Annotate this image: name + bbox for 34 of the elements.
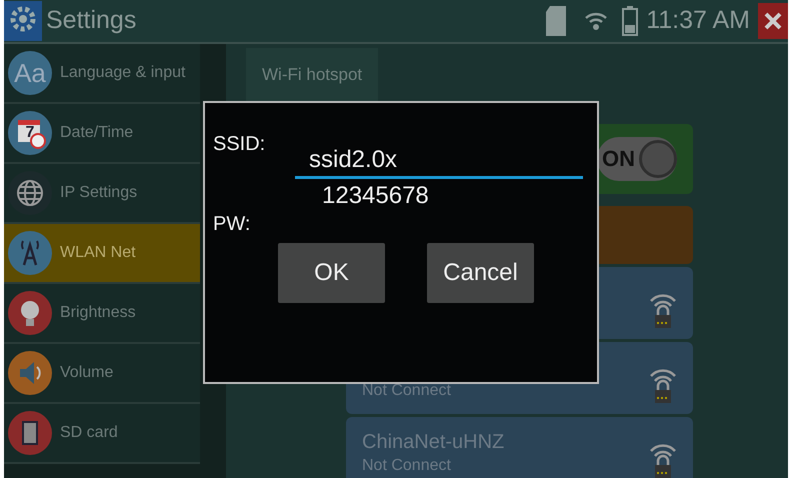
- sidebar-item[interactable]: Brightness: [4, 284, 200, 344]
- sd-card-icon: [546, 6, 566, 36]
- ssid-field[interactable]: ssid2.0x: [295, 143, 583, 179]
- sidebar-item[interactable]: Aa Language & input: [4, 44, 200, 104]
- network-status: Not Connect: [362, 456, 451, 474]
- toggle-switch[interactable]: ON: [597, 136, 677, 180]
- globe-icon: [8, 171, 52, 215]
- ssid-label: SSID:: [213, 132, 266, 157]
- close-icon: [764, 12, 782, 30]
- sidebar-item[interactable]: 7 Date/Time: [4, 104, 200, 164]
- sd-card-icon: [8, 411, 52, 455]
- battery-icon: [622, 6, 638, 36]
- calendar-icon: 7: [8, 111, 52, 155]
- network-name: ChinaNet-uHNZ: [362, 430, 504, 452]
- network-status: Not Connect: [362, 382, 451, 400]
- cancel-button[interactable]: Cancel: [427, 243, 534, 303]
- ok-button[interactable]: OK: [278, 243, 385, 303]
- settings-icon: [4, 1, 42, 41]
- tab[interactable]: Wi-Fi hotspot: [246, 48, 378, 102]
- bulb-icon: [8, 291, 52, 335]
- password-label: PW:: [213, 212, 252, 237]
- sidebar-item[interactable]: IP Settings: [4, 164, 200, 224]
- sidebar-item[interactable]: SD card: [4, 404, 200, 464]
- sidebar-item[interactable]: WLAN Net: [4, 224, 200, 284]
- wifi-icon: [584, 11, 608, 31]
- clock-time: 11:37 AM: [646, 5, 750, 36]
- sidebar-item[interactable]: Volume: [4, 344, 200, 404]
- network-card[interactable]: ChinaNet-uHNZ Not Connect: [346, 416, 693, 478]
- close-button[interactable]: [758, 3, 788, 39]
- antenna-icon: [8, 231, 52, 275]
- app-title: Settings: [46, 5, 138, 36]
- speaker-icon: [8, 351, 52, 395]
- language-icon: Aa: [8, 51, 52, 95]
- password-field[interactable]: 12345678: [308, 179, 578, 213]
